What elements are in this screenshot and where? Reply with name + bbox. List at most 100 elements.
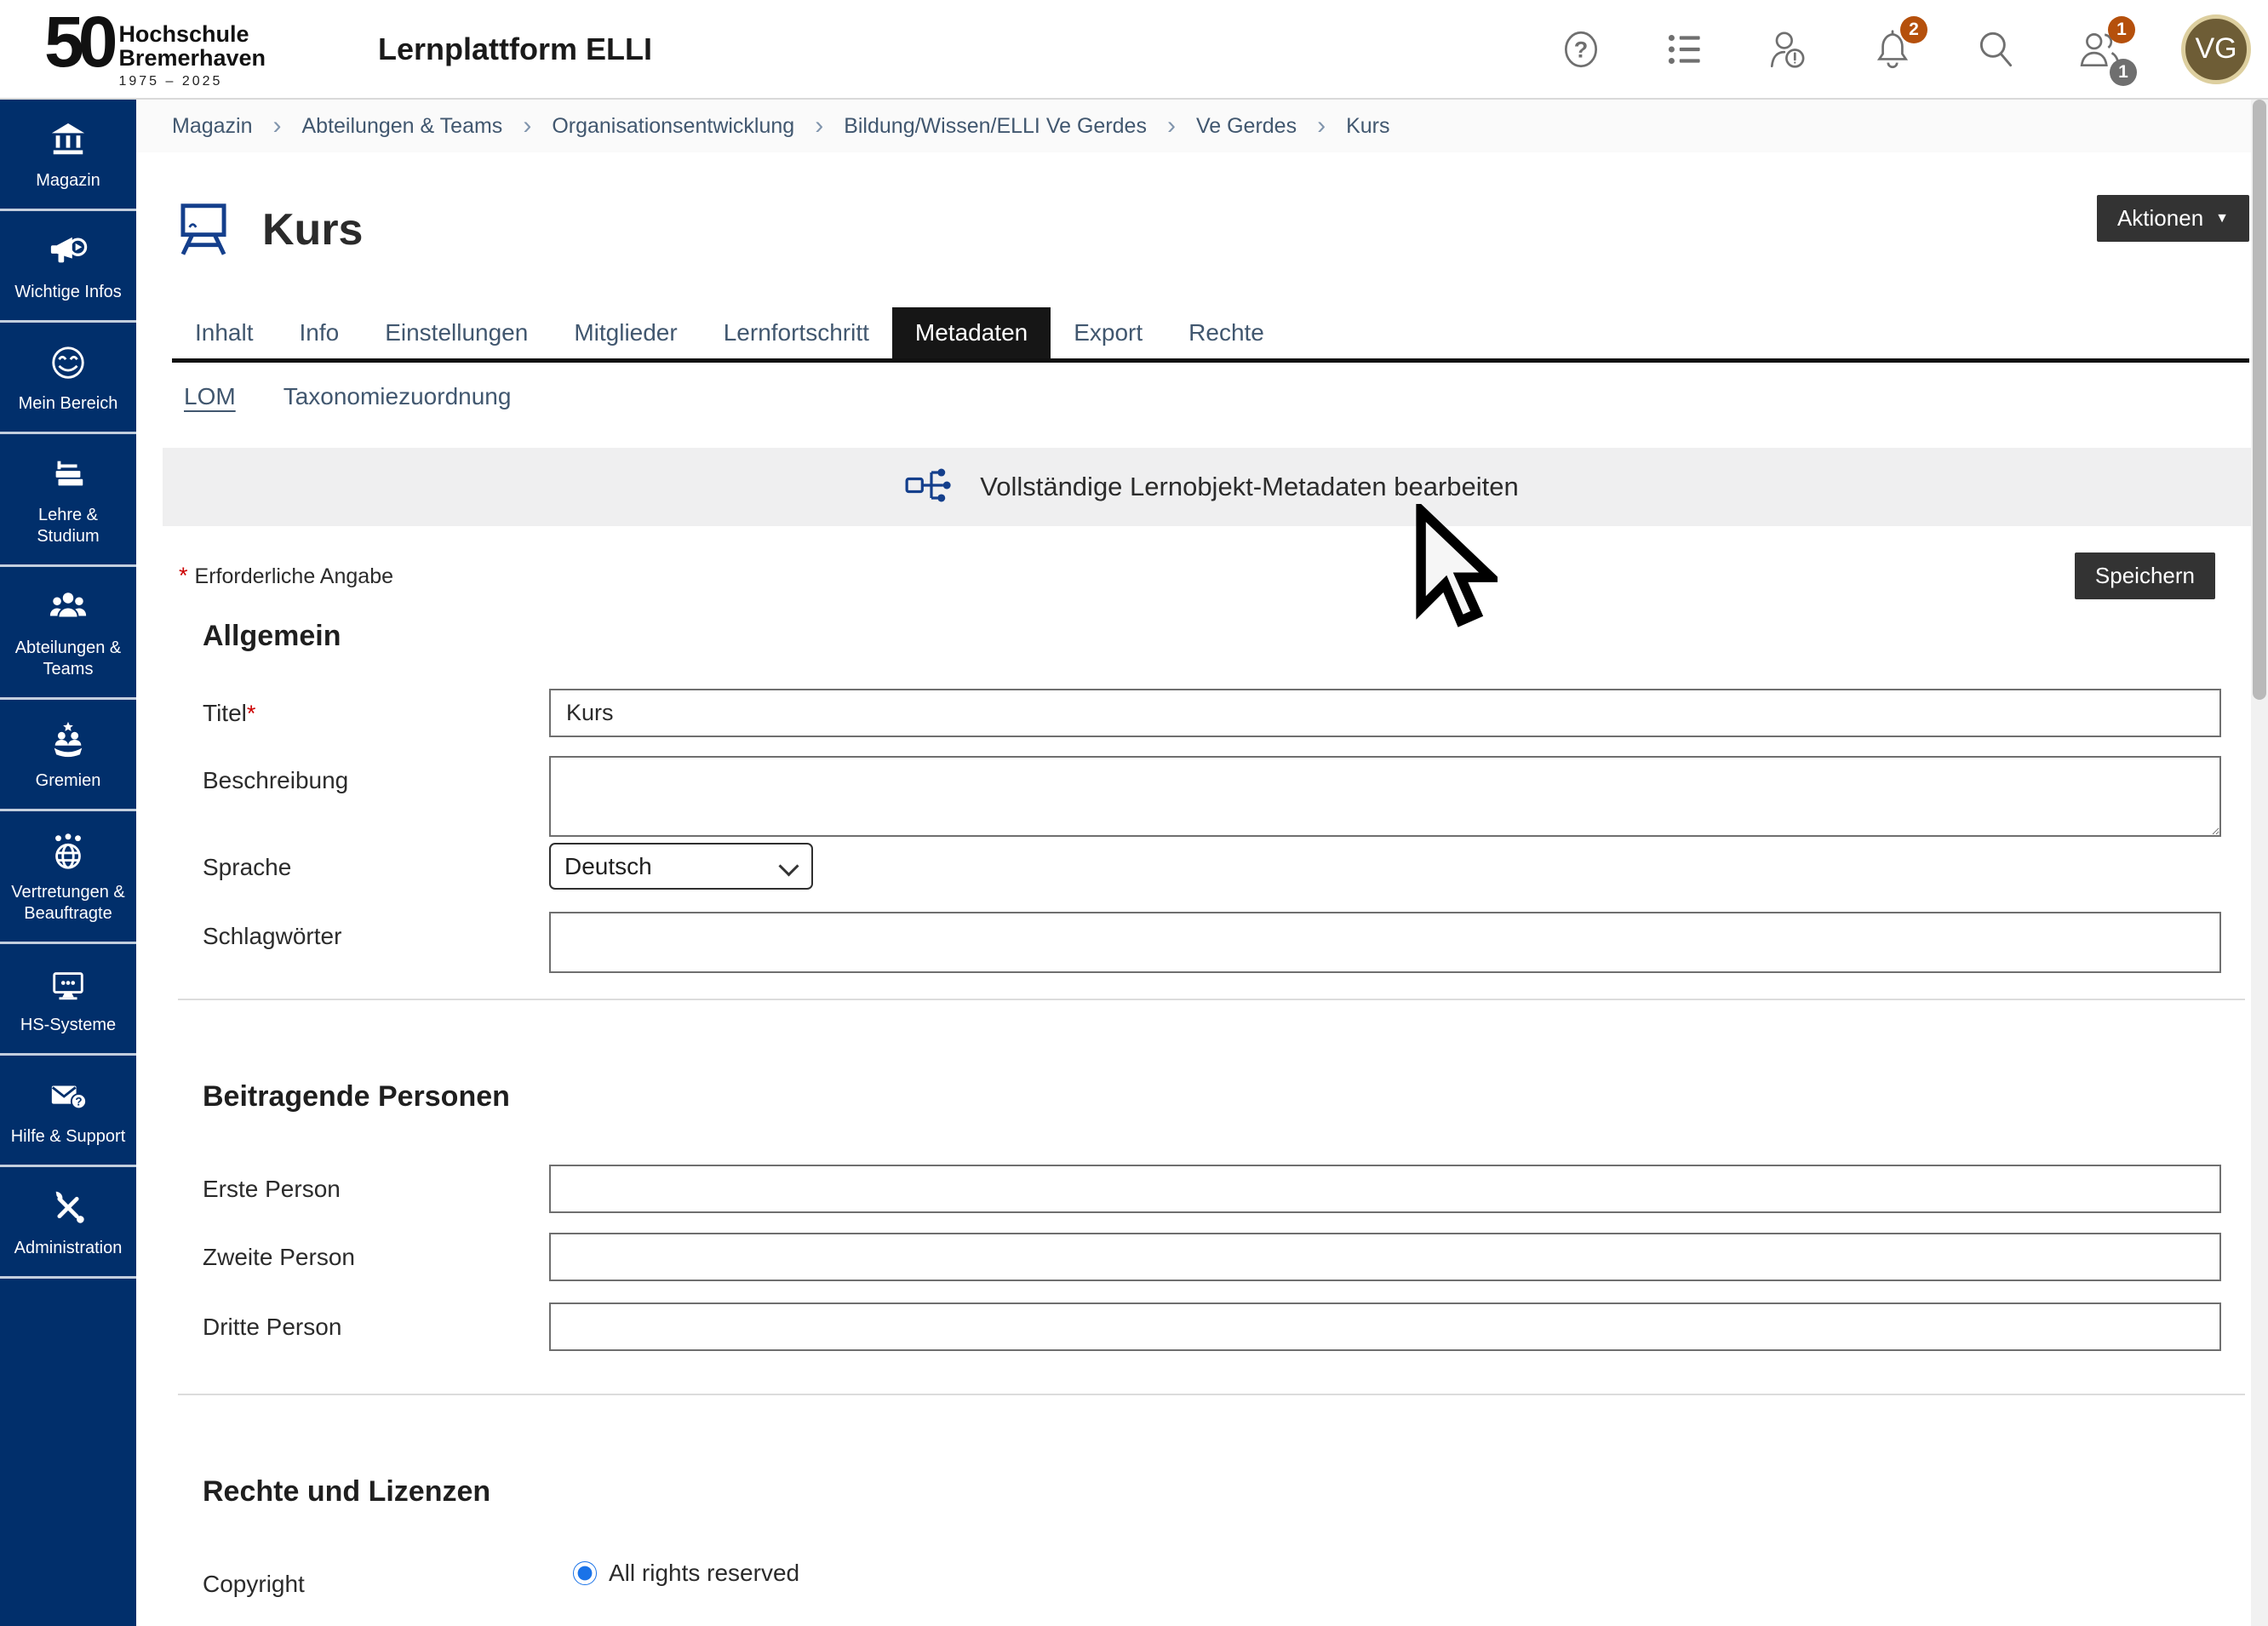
sidebar-item-label: Abteilungen & Teams [5, 638, 131, 680]
section-title-rechte: Rechte und Lizenzen [203, 1475, 2268, 1509]
logo-line1: Hochschule [118, 22, 266, 46]
zweite-person-label: Zweite Person [203, 1233, 549, 1281]
tab-export[interactable]: Export [1051, 307, 1166, 358]
tab-metadaten[interactable]: Metadaten [892, 307, 1051, 358]
dritte-person-label: Dritte Person [203, 1303, 549, 1351]
globe-people-icon [49, 832, 88, 875]
copyright-option-label: All rights reserved [609, 1560, 799, 1587]
top-header: 50 Hochschule Bremerhaven 1975 – 2025 Le… [0, 0, 2268, 100]
sidebar-item-magazin[interactable]: Magazin [0, 100, 136, 211]
erste-person-label: Erste Person [203, 1165, 549, 1213]
section-divider [178, 999, 2245, 1000]
app-title: Lernplattform ELLI [378, 31, 652, 67]
sidebar-item-gremien[interactable]: Gremien [0, 700, 136, 811]
logo-50: 50 [44, 9, 112, 77]
people-group-icon [49, 587, 88, 631]
edit-full-metadata-link[interactable]: Vollständige Lernobjekt-Metadaten bearbe… [163, 448, 2261, 526]
sidebar-item-label: Lehre & Studium [5, 505, 131, 547]
banner-label: Vollständige Lernobjekt-Metadaten bearbe… [980, 472, 1519, 502]
breadcrumb-item[interactable]: Bildung/Wissen/ELLI Ve Gerdes [844, 114, 1147, 139]
sprache-label: Sprache [203, 843, 549, 890]
titel-input[interactable] [549, 689, 2221, 737]
save-button[interactable]: Speichern [2075, 552, 2215, 599]
contacts-badge-bottom: 1 [2110, 59, 2137, 86]
breadcrumb-separator: › [273, 113, 282, 139]
sidebar-item-mein-bereich[interactable]: Mein Bereich [0, 323, 136, 434]
sidebar-item-hilfe-support[interactable]: ? Hilfe & Support [0, 1056, 136, 1167]
tab-einstellungen[interactable]: Einstellungen [362, 307, 551, 358]
breadcrumb-separator: › [1317, 113, 1326, 139]
sidebar-item-lehre-studium[interactable]: Lehre & Studium [0, 434, 136, 567]
section-title-beitragende: Beitragende Personen [203, 1080, 2268, 1114]
sidebar-item-label: Hilfe & Support [11, 1126, 126, 1148]
titel-label: Titel* [203, 689, 549, 737]
search-icon[interactable] [1973, 26, 2019, 72]
page-title: Kurs [262, 204, 363, 255]
sidebar-item-label: HS-Systeme [20, 1015, 116, 1036]
user-status-icon[interactable] [1766, 26, 1812, 72]
hochschule-bremerhaven-logo[interactable]: 50 Hochschule Bremerhaven 1975 – 2025 [44, 9, 266, 89]
erste-person-input[interactable] [549, 1165, 2221, 1213]
breadcrumb-separator: › [815, 113, 823, 139]
tab-info[interactable]: Info [277, 307, 363, 358]
schlagwoerter-label: Schlagwörter [203, 912, 549, 973]
breadcrumb: Magazin › Abteilungen & Teams › Organisa… [136, 100, 2268, 152]
main-sidebar: Magazin Wichtige Infos Mein Bereich Lehr… [0, 100, 136, 1626]
dritte-person-input[interactable] [549, 1303, 2221, 1351]
tab-rechte[interactable]: Rechte [1166, 307, 1287, 358]
smiley-icon [49, 343, 88, 386]
contacts-icon[interactable]: 1 1 [2077, 26, 2123, 72]
lists-icon[interactable] [1662, 26, 1708, 72]
sidebar-item-vertretungen-beauftragte[interactable]: Vertretungen & Beauftragte [0, 811, 136, 944]
required-asterisk: * [179, 563, 188, 588]
tab-lernfortschritt[interactable]: Lernfortschritt [701, 307, 892, 358]
scrollbar-track[interactable] [2251, 100, 2268, 1626]
titel-label-text: Titel [203, 700, 247, 726]
sidebar-item-wichtige-infos[interactable]: Wichtige Infos [0, 211, 136, 323]
contacts-badge-top: 1 [2108, 16, 2135, 43]
svg-text:?: ? [1574, 37, 1589, 62]
sidebar-item-administration[interactable]: Administration [0, 1167, 136, 1279]
notifications-badge: 2 [1900, 16, 1927, 43]
actions-button[interactable]: Aktionen ▼ [2097, 195, 2249, 242]
tab-bar: Inhalt Info Einstellungen Mitglieder Ler… [172, 307, 2249, 363]
beschreibung-textarea[interactable] [549, 756, 2221, 837]
bank-icon [49, 120, 88, 163]
logo-line2: Bremerhaven [118, 46, 266, 70]
sprache-select[interactable]: Deutsch [549, 843, 813, 890]
help-icon[interactable]: ? [1558, 26, 1604, 72]
sidebar-item-label: Vertretungen & Beauftragte [5, 882, 131, 925]
sidebar-item-label: Gremien [36, 770, 101, 792]
main-content: Magazin › Abteilungen & Teams › Organisa… [136, 100, 2268, 1626]
tab-mitglieder[interactable]: Mitglieder [551, 307, 700, 358]
zweite-person-input[interactable] [549, 1233, 2221, 1281]
breadcrumb-item[interactable]: Abteilungen & Teams [302, 114, 503, 139]
scrollbar-thumb[interactable] [2253, 100, 2266, 700]
notifications-bell-icon[interactable]: 2 [1870, 26, 1916, 72]
breadcrumb-separator: › [1167, 113, 1176, 139]
tab-inhalt[interactable]: Inhalt [172, 307, 277, 358]
sidebar-item-hs-systeme[interactable]: HS-Systeme [0, 944, 136, 1056]
course-board-icon [174, 198, 233, 262]
breadcrumb-separator: › [523, 113, 531, 139]
subtab-lom[interactable]: LOM [184, 383, 236, 410]
copyright-radio[interactable] [573, 1561, 597, 1585]
metadata-node-icon [905, 465, 958, 510]
required-asterisk: * [247, 701, 256, 726]
beschreibung-label: Beschreibung [203, 756, 549, 841]
logo-years: 1975 – 2025 [118, 74, 266, 89]
mail-question-icon: ? [49, 1076, 88, 1119]
monitor-icon [49, 965, 88, 1008]
breadcrumb-item[interactable]: Organisationsentwicklung [552, 114, 794, 139]
subtab-taxonomiezuordnung[interactable]: Taxonomiezuordnung [284, 383, 512, 410]
subtab-bar: LOM Taxonomiezuordnung [184, 383, 2268, 410]
breadcrumb-item[interactable]: Magazin [172, 114, 253, 139]
sidebar-item-label: Mein Bereich [19, 393, 118, 415]
sidebar-item-abteilungen-teams[interactable]: Abteilungen & Teams [0, 567, 136, 700]
avatar[interactable]: VG [2181, 14, 2251, 84]
tools-icon [49, 1188, 88, 1231]
schlagwoerter-input[interactable] [549, 912, 2221, 973]
breadcrumb-item[interactable]: Ve Gerdes [1196, 114, 1297, 139]
breadcrumb-item[interactable]: Kurs [1346, 114, 1389, 139]
required-hint-label: Erforderliche Angabe [195, 564, 393, 588]
